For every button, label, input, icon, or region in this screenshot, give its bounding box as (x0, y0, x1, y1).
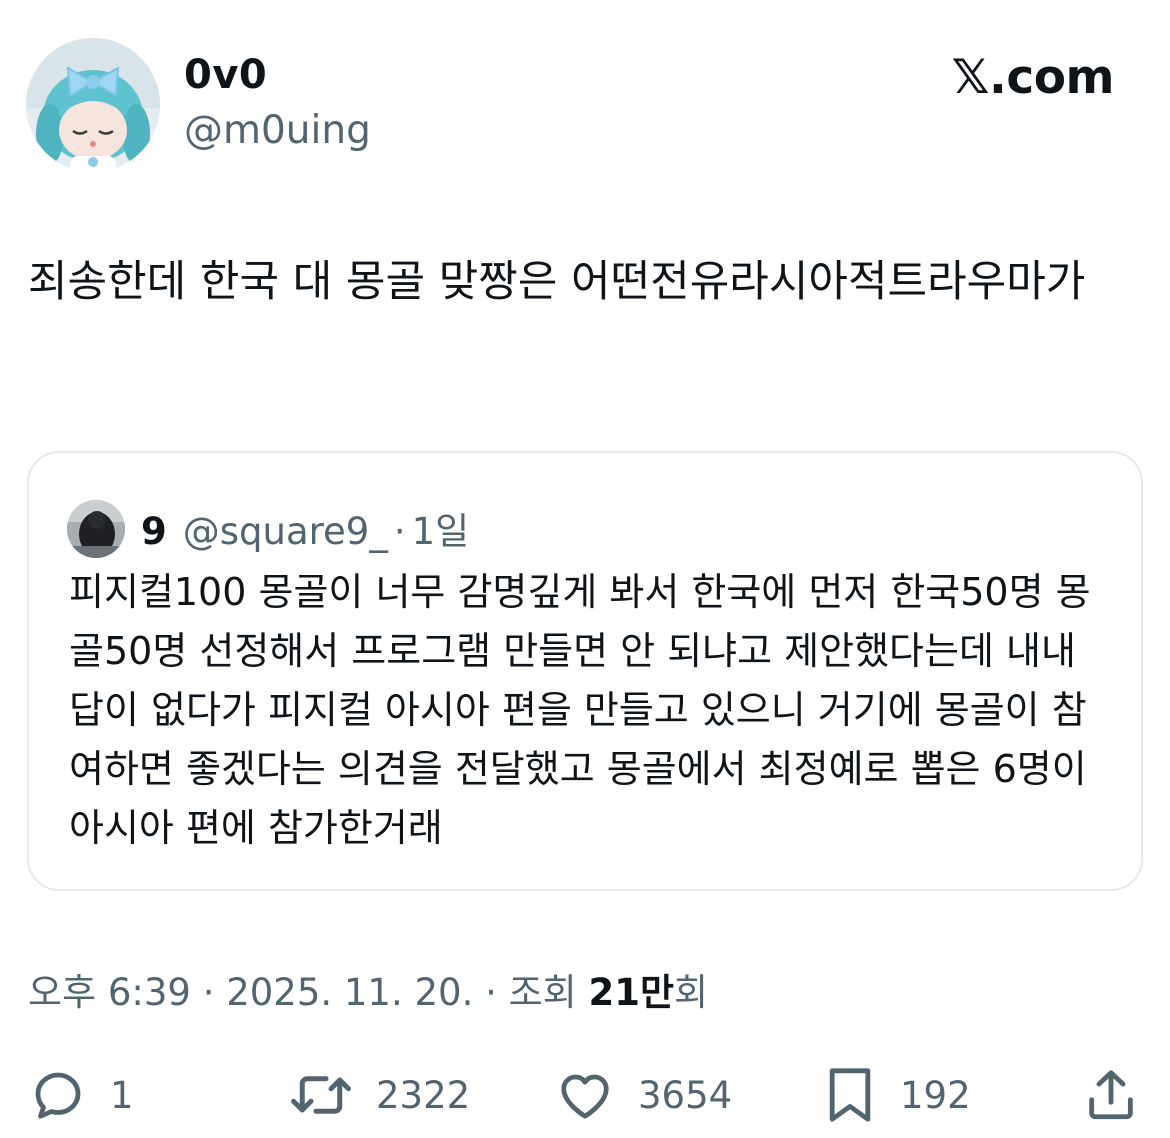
share-button[interactable] (1082, 1062, 1140, 1128)
reply-button[interactable]: 1 (28, 1062, 134, 1128)
bookmark-icon (829, 1068, 871, 1122)
reply-icon (35, 1072, 81, 1119)
author-avatar[interactable] (26, 38, 160, 172)
x-brand-logo: 𝕏.com (951, 50, 1115, 105)
share-icon (1089, 1070, 1133, 1120)
quoted-display-name[interactable]: 9 (141, 510, 167, 553)
quoted-separator: · (393, 510, 406, 553)
quoted-author-avatar[interactable] (67, 500, 125, 558)
retweet-button[interactable]: 2322 (288, 1062, 470, 1128)
like-count: 3654 (638, 1073, 733, 1117)
bookmark-count: 192 (900, 1073, 971, 1117)
tweet-meta: 오후 6:39 · 2025. 11. 20. · 조회 21만회 (28, 962, 708, 1016)
retweet-icon (291, 1076, 351, 1114)
author-display-name[interactable]: 0v0 (184, 52, 267, 98)
quoted-tweet-card[interactable]: 9 @square9_ · 1일 피지컬100 몽골이 너무 감명깊게 봐서 한… (27, 451, 1143, 891)
quoted-time[interactable]: 1일 (412, 501, 470, 555)
view-suffix: 회 (674, 971, 709, 1014)
avatar-dark-photo-icon (67, 500, 125, 558)
author-handle[interactable]: @m0uing (184, 108, 371, 153)
quoted-handle[interactable]: @square9_ (183, 510, 388, 553)
bookmark-button[interactable]: 192 (822, 1062, 971, 1128)
retweet-count: 2322 (376, 1073, 471, 1117)
view-count: 21만 (588, 971, 675, 1014)
action-bar: 1 2322 3654 192 (0, 1062, 1170, 1132)
reply-count: 1 (110, 1073, 134, 1117)
avatar-anime-figure-icon (26, 38, 160, 172)
tweet-timestamp[interactable]: 오후 6:39 · 2025. 11. 20. · 조회 (28, 971, 577, 1014)
like-button[interactable]: 3654 (554, 1062, 732, 1128)
quoted-header: 9 @square9_ · 1일 (141, 501, 469, 555)
heart-icon (561, 1074, 609, 1119)
quoted-text: 피지컬100 몽골이 너무 감명깊게 봐서 한국에 먼저 한국50명 몽골50명… (69, 570, 1091, 850)
tweet-text: 죄송한데 한국 대 몽골 맞짱은 어떤전유라시아적트라우마가 (28, 257, 1086, 307)
